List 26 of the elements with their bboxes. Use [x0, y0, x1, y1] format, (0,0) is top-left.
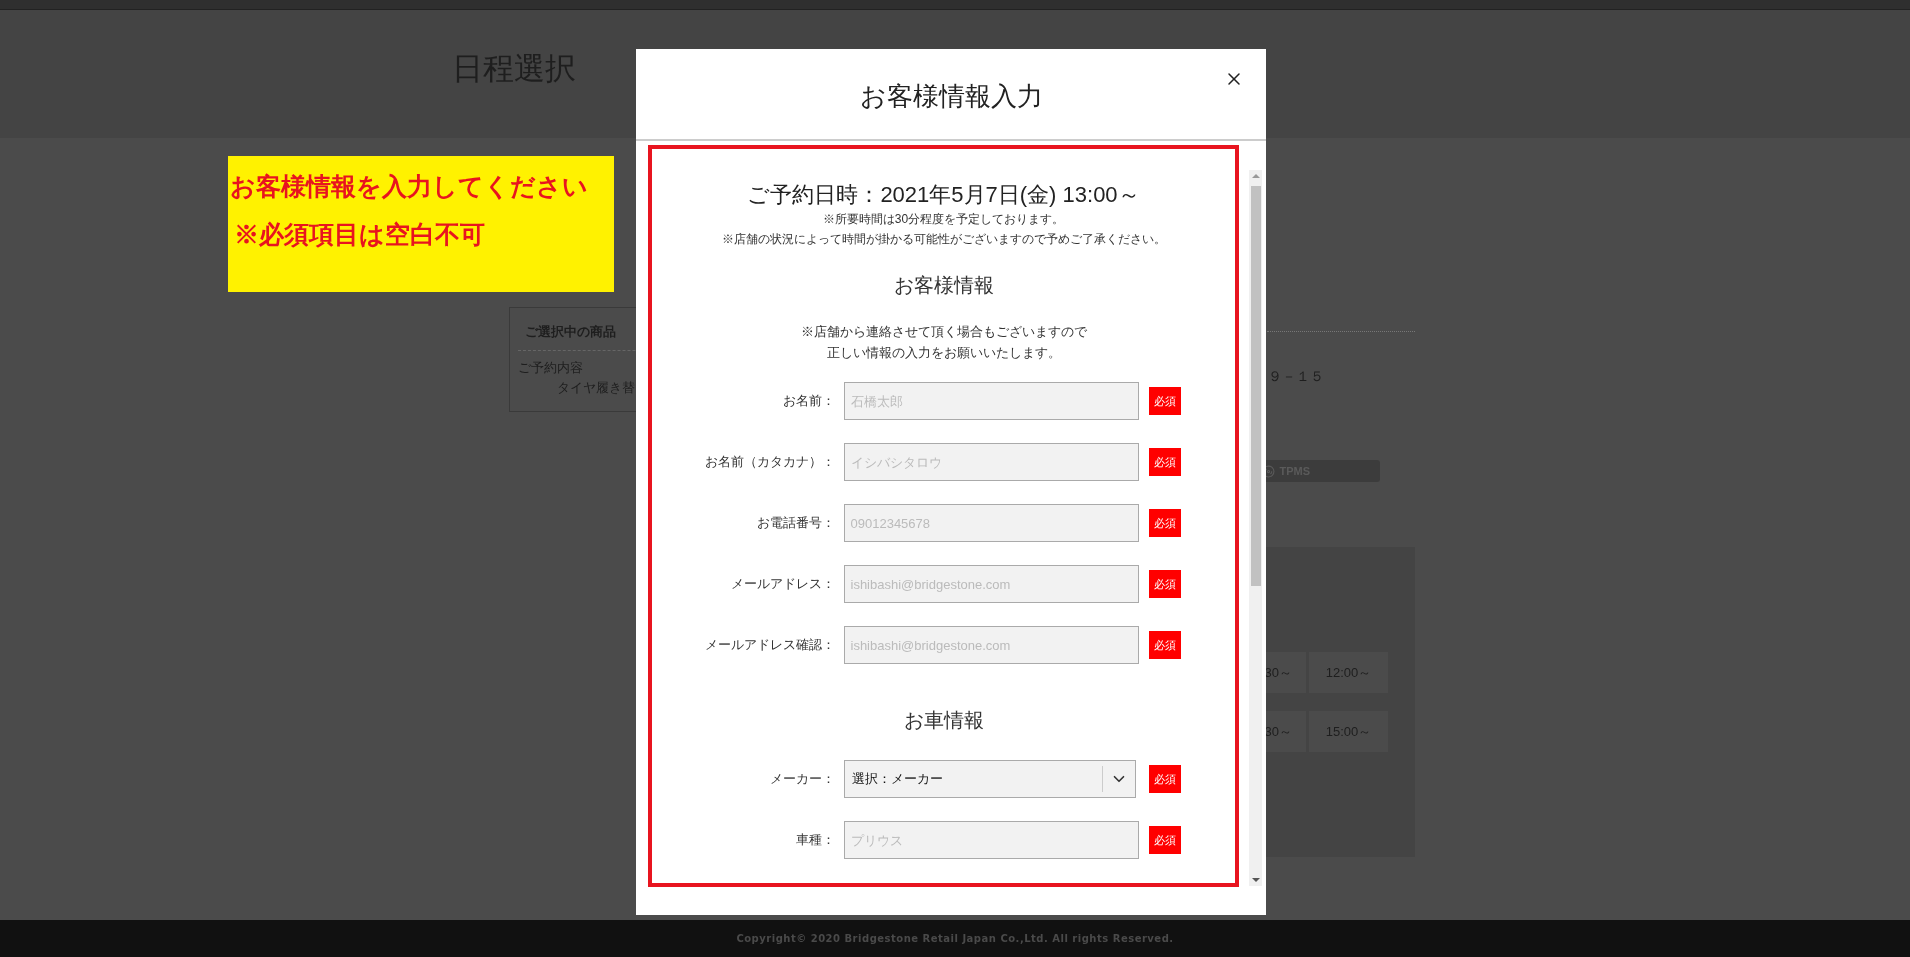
- required-badge: 必須: [1148, 509, 1181, 537]
- note-text: 正しい情報の入力をお願いいたします。: [826, 345, 1061, 362]
- required-badge: 必須: [1148, 631, 1181, 659]
- note-text: ※所要時間は30分程度を予定しております。: [822, 211, 1065, 228]
- modal-title: お客様情報入力: [859, 79, 1043, 113]
- required-badge: 必須: [1148, 765, 1181, 793]
- required-badge: 必須: [1148, 448, 1181, 476]
- maker-select[interactable]: 選択：メーカー: [843, 760, 1136, 798]
- copyright-text: Copyright© 2020 Bridgestone Retail Japan Co.,Ltd. All rights Reserved.: [736, 932, 1174, 946]
- field-label: メールアドレス確認：: [703, 636, 835, 655]
- field-label: お名前（カタカナ）：: [703, 453, 835, 472]
- field-label: 車種：: [794, 831, 835, 850]
- notice-text: ※必須項目は空白不可: [233, 218, 486, 250]
- field-label: お電話番号：: [755, 514, 835, 533]
- field-label: お名前：: [781, 392, 835, 411]
- field-label: メーカー：: [768, 770, 835, 789]
- field-label: メールアドレス：: [729, 575, 835, 594]
- reservation-datetime: ご予約日時：2021年5月7日(金) 13:00～: [747, 181, 1140, 209]
- section-heading: お車情報: [903, 708, 984, 733]
- notice-text: お客様情報を入力してください: [230, 171, 589, 202]
- required-badge: 必須: [1148, 387, 1181, 415]
- note-text: ※店舗から連絡させて頂く場合もございますので: [800, 324, 1087, 341]
- required-badge: 必須: [1148, 826, 1181, 854]
- required-badge: 必須: [1148, 570, 1181, 598]
- note-text: ※店舗の状況によって時間が掛かる可能性がございますので予めご了承ください。: [721, 231, 1166, 248]
- section-heading: お客様情報: [893, 273, 994, 298]
